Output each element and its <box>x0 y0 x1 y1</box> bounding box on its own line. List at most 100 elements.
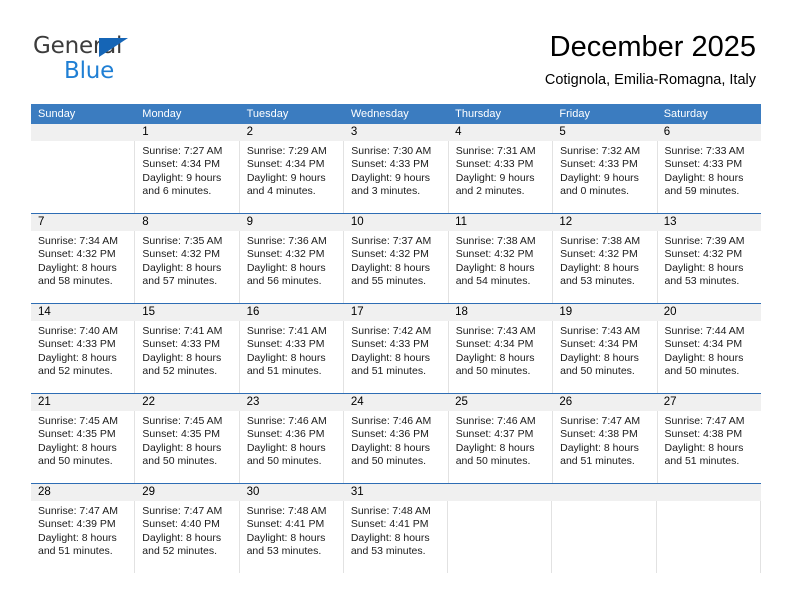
day-number[interactable]: 11 <box>448 214 552 231</box>
day-number[interactable]: 23 <box>240 394 344 411</box>
daylight-text: Daylight: 8 hours and 51 minutes. <box>38 531 117 558</box>
day-number[interactable]: 29 <box>135 484 239 501</box>
day-cell[interactable]: Sunrise: 7:47 AM Sunset: 4:38 PM Daylight:… <box>553 411 658 483</box>
day-number[interactable]: 21 <box>31 394 135 411</box>
sunrise-text: Sunrise: 7:34 AM <box>38 235 118 247</box>
daylight-text: Daylight: 8 hours and 50 minutes. <box>455 351 535 378</box>
sunrise-text: Sunrise: 7:45 AM <box>38 415 118 427</box>
day-cell[interactable]: Sunrise: 7:45 AM Sunset: 4:35 PM Daylight:… <box>135 411 240 483</box>
daylight-text: Daylight: 8 hours and 53 minutes. <box>246 531 326 558</box>
day-number[interactable]: 27 <box>657 394 761 411</box>
day-cell[interactable]: Sunrise: 7:46 AM Sunset: 4:36 PM Daylight:… <box>240 411 345 483</box>
day-cell[interactable]: Sunrise: 7:31 AM Sunset: 4:33 PM Daylight:… <box>449 141 554 213</box>
sunset-text: Sunset: 4:32 PM <box>560 248 638 261</box>
week-daynumber-row: 28 29 30 31 <box>31 484 761 501</box>
day-cell[interactable]: Sunrise: 7:43 AM Sunset: 4:34 PM Daylight:… <box>553 321 658 393</box>
day-number[interactable]: 10 <box>344 214 448 231</box>
day-cell[interactable]: Sunrise: 7:41 AM Sunset: 4:33 PM Daylight:… <box>240 321 345 393</box>
day-cell[interactable]: Sunrise: 7:38 AM Sunset: 4:32 PM Daylight:… <box>553 231 658 303</box>
daylight-text: Daylight: 8 hours and 52 minutes. <box>142 531 222 558</box>
day-cell[interactable]: Sunrise: 7:42 AM Sunset: 4:33 PM Daylight:… <box>344 321 449 393</box>
daylight-text: Daylight: 8 hours and 56 minutes. <box>246 261 326 288</box>
day-cell[interactable]: Sunrise: 7:34 AM Sunset: 4:32 PM Daylight:… <box>31 231 136 303</box>
day-number[interactable]: 26 <box>552 394 656 411</box>
day-cell[interactable]: Sunrise: 7:36 AM Sunset: 4:32 PM Daylight:… <box>240 231 345 303</box>
day-number[interactable]: 1 <box>135 124 239 141</box>
daylight-text: Daylight: 8 hours and 50 minutes. <box>664 351 744 378</box>
daylight-text: Daylight: 8 hours and 52 minutes. <box>38 351 117 378</box>
day-number[interactable]: 9 <box>240 214 344 231</box>
day-cell[interactable]: Sunrise: 7:37 AM Sunset: 4:32 PM Daylight:… <box>344 231 449 303</box>
day-number[interactable]: 2 <box>240 124 344 141</box>
day-cell[interactable]: Sunrise: 7:33 AM Sunset: 4:33 PM Daylight:… <box>658 141 761 213</box>
day-cell[interactable]: Sunrise: 7:46 AM Sunset: 4:36 PM Daylight:… <box>344 411 449 483</box>
sunset-text: Sunset: 4:32 PM <box>142 248 221 261</box>
day-number[interactable]: 17 <box>344 304 448 321</box>
day-number[interactable]: 24 <box>344 394 448 411</box>
day-number-empty <box>448 484 552 501</box>
day-cell-empty <box>657 501 761 573</box>
day-cell[interactable]: Sunrise: 7:27 AM Sunset: 4:34 PM Daylight:… <box>135 141 240 213</box>
weekday-header-saturday: Saturday <box>663 108 708 120</box>
day-cell[interactable]: Sunrise: 7:47 AM Sunset: 4:40 PM Daylight:… <box>135 501 240 573</box>
day-number[interactable]: 19 <box>552 304 656 321</box>
sunset-text: Sunset: 4:33 PM <box>351 338 429 351</box>
sunrise-text: Sunrise: 7:41 AM <box>246 325 327 337</box>
day-cell[interactable]: Sunrise: 7:45 AM Sunset: 4:35 PM Daylight:… <box>31 411 136 483</box>
day-cell-empty <box>31 141 136 213</box>
day-cell[interactable]: Sunrise: 7:48 AM Sunset: 4:41 PM Daylight:… <box>344 501 449 573</box>
day-number[interactable]: 15 <box>135 304 239 321</box>
day-number[interactable]: 12 <box>552 214 656 231</box>
daylight-text: Daylight: 9 hours and 2 minutes. <box>455 171 535 198</box>
day-number[interactable]: 31 <box>344 484 448 501</box>
day-number[interactable]: 14 <box>31 304 135 321</box>
daylight-text: Daylight: 9 hours and 4 minutes. <box>246 171 326 198</box>
daylight-text: Daylight: 8 hours and 52 minutes. <box>142 351 222 378</box>
day-cell[interactable]: Sunrise: 7:30 AM Sunset: 4:33 PM Daylight:… <box>344 141 449 213</box>
sunset-text: Sunset: 4:33 PM <box>38 338 116 351</box>
sunrise-text: Sunrise: 7:43 AM <box>560 325 641 337</box>
day-cell[interactable]: Sunrise: 7:29 AM Sunset: 4:34 PM Daylight:… <box>240 141 345 213</box>
day-number[interactable]: 30 <box>240 484 344 501</box>
day-cell[interactable]: Sunrise: 7:46 AM Sunset: 4:37 PM Daylight:… <box>449 411 554 483</box>
day-number[interactable]: 7 <box>31 214 135 231</box>
sunrise-text: Sunrise: 7:32 AM <box>560 145 641 157</box>
day-number[interactable]: 20 <box>657 304 761 321</box>
day-number[interactable]: 18 <box>448 304 552 321</box>
day-cell[interactable]: Sunrise: 7:39 AM Sunset: 4:32 PM Daylight:… <box>658 231 761 303</box>
day-cell[interactable]: Sunrise: 7:38 AM Sunset: 4:32 PM Daylight:… <box>449 231 554 303</box>
daylight-text: Daylight: 8 hours and 55 minutes. <box>351 261 431 288</box>
day-cell[interactable]: Sunrise: 7:35 AM Sunset: 4:32 PM Daylight:… <box>135 231 240 303</box>
day-number[interactable]: 28 <box>31 484 135 501</box>
weekday-header-wednesday: Wednesday <box>350 108 409 120</box>
daylight-text: Daylight: 8 hours and 51 minutes. <box>560 441 639 468</box>
day-number[interactable]: 25 <box>448 394 552 411</box>
day-number[interactable]: 8 <box>135 214 239 231</box>
daylight-text: Daylight: 8 hours and 50 minutes. <box>246 441 326 468</box>
day-cell[interactable]: Sunrise: 7:41 AM Sunset: 4:33 PM Daylight:… <box>135 321 240 393</box>
sunset-text: Sunset: 4:32 PM <box>246 248 325 261</box>
day-number[interactable]: 22 <box>135 394 239 411</box>
day-number[interactable]: 6 <box>657 124 761 141</box>
sunset-text: Sunset: 4:38 PM <box>664 428 743 441</box>
day-number[interactable]: 13 <box>657 214 761 231</box>
day-number-empty <box>552 484 656 501</box>
day-number[interactable]: 3 <box>344 124 448 141</box>
calendar-week-row: 28 29 30 31 Sunrise: 7:47 AM Sunset: 4:39 PM D… <box>31 483 761 573</box>
day-number[interactable]: 16 <box>240 304 344 321</box>
day-cell[interactable]: Sunrise: 7:47 AM Sunset: 4:38 PM Daylight:… <box>658 411 761 483</box>
day-cell[interactable]: Sunrise: 7:48 AM Sunset: 4:41 PM Daylight:… <box>240 501 344 573</box>
sunset-text: Sunset: 4:37 PM <box>455 428 534 441</box>
day-cell[interactable]: Sunrise: 7:47 AM Sunset: 4:39 PM Daylight:… <box>31 501 136 573</box>
day-cell[interactable]: Sunrise: 7:43 AM Sunset: 4:34 PM Daylight:… <box>449 321 554 393</box>
daylight-text: Daylight: 8 hours and 59 minutes. <box>664 171 744 198</box>
day-number[interactable]: 4 <box>448 124 552 141</box>
day-cell[interactable]: Sunrise: 7:40 AM Sunset: 4:33 PM Daylight:… <box>31 321 136 393</box>
week-daynumber-row: 21 22 23 24 25 26 27 <box>31 394 761 411</box>
sunrise-text: Sunrise: 7:37 AM <box>351 235 432 247</box>
weekday-header-tuesday: Tuesday <box>246 108 289 120</box>
day-number[interactable]: 5 <box>552 124 656 141</box>
sunset-text: Sunset: 4:33 PM <box>455 158 534 171</box>
day-cell[interactable]: Sunrise: 7:44 AM Sunset: 4:34 PM Daylight:… <box>658 321 761 393</box>
day-cell[interactable]: Sunrise: 7:32 AM Sunset: 4:33 PM Daylight:… <box>553 141 658 213</box>
